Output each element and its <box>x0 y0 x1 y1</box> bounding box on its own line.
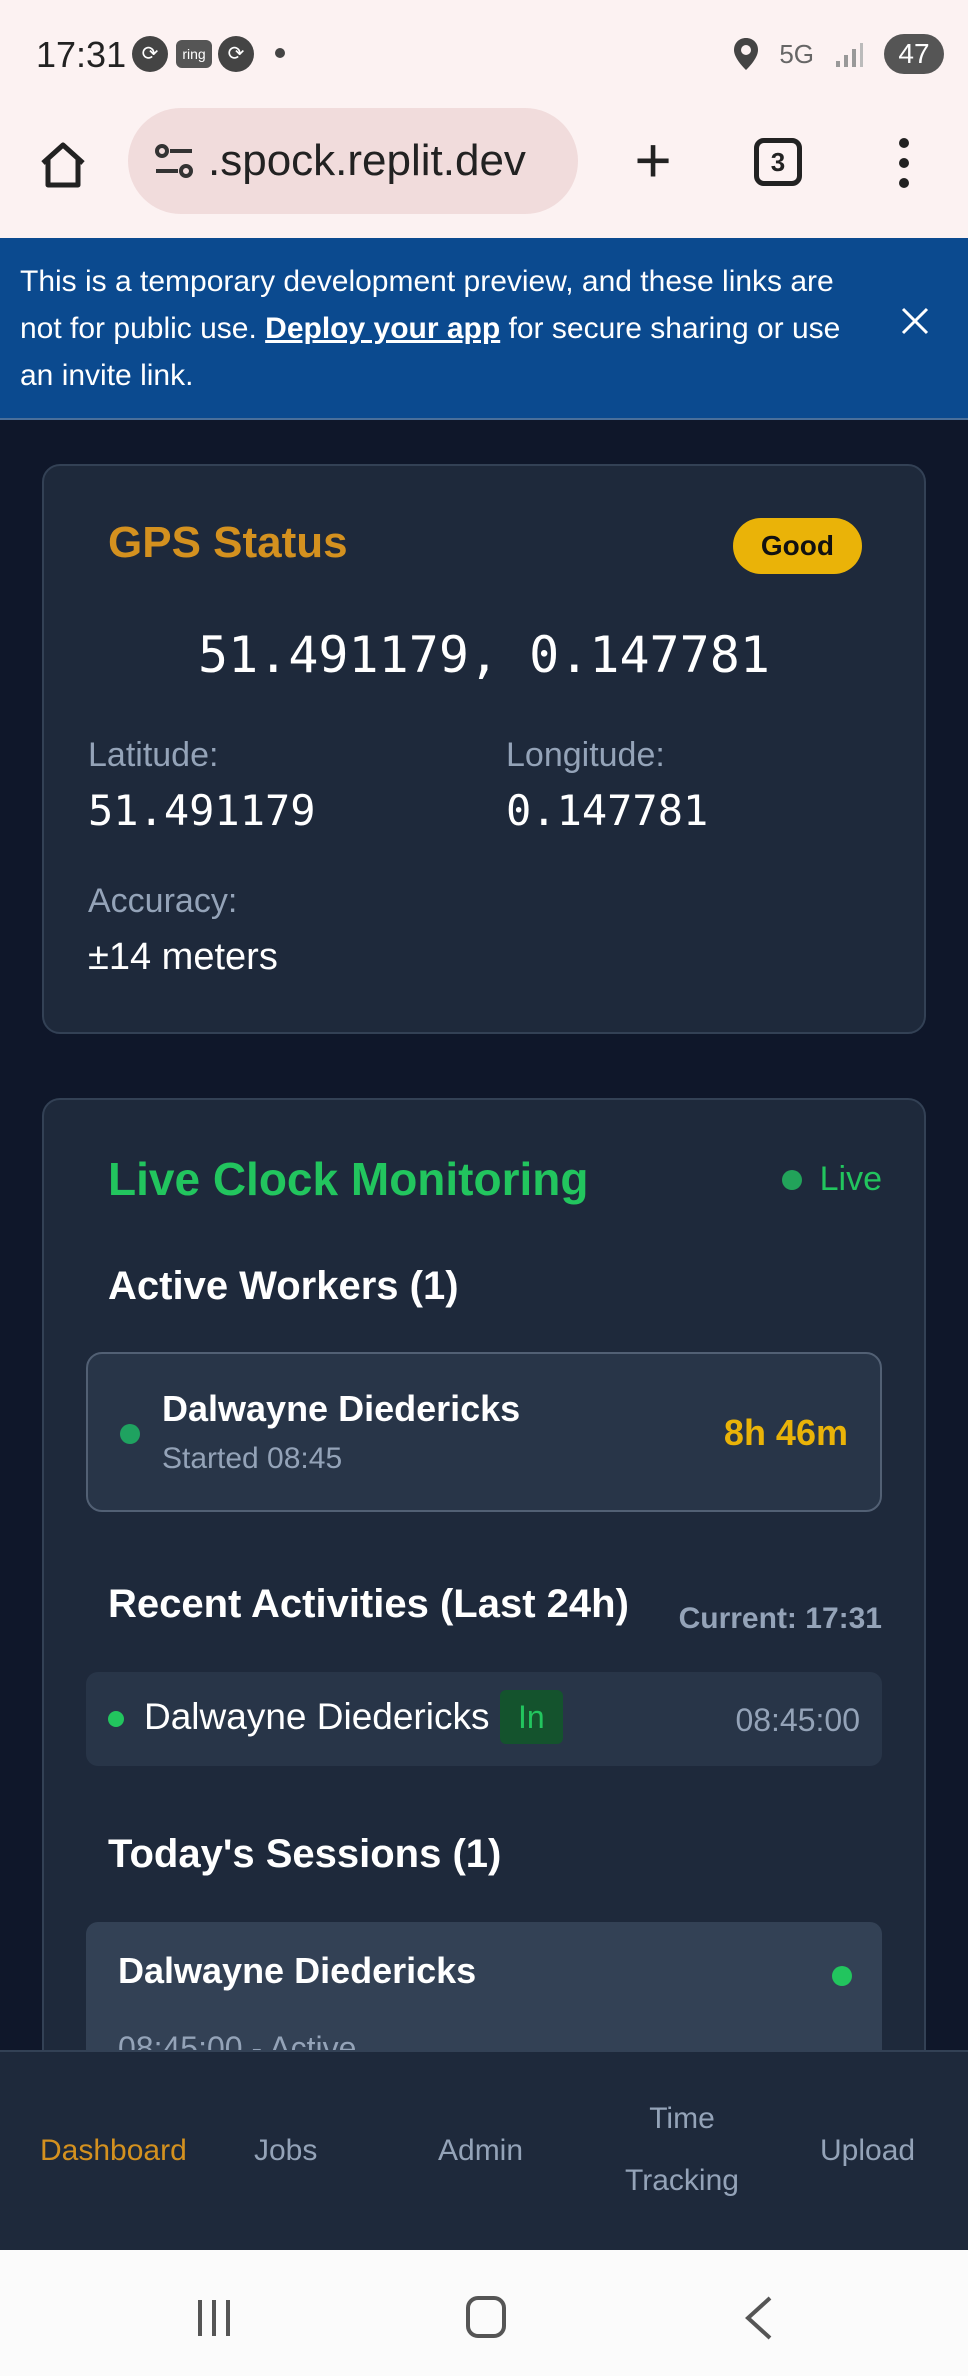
nav-dashboard[interactable]: Dashboard <box>40 2120 187 2182</box>
live-dot-icon <box>781 1169 802 1190</box>
accuracy-value: ±14 meters <box>88 936 278 978</box>
active-worker-row[interactable]: Dalwayne Diedericks Started 08:45 8h 46m <box>86 1352 882 1512</box>
notification-dot-icon <box>275 48 285 58</box>
menu-dot-icon <box>899 178 909 188</box>
home-button[interactable] <box>30 132 96 198</box>
recents-bar-icon <box>212 2300 216 2336</box>
sync-icon: ⟳ <box>132 36 168 72</box>
status-time: 17:31 <box>36 34 127 75</box>
system-nav-bar <box>0 2250 968 2376</box>
current-time: Current: 17:31 <box>678 1602 882 1635</box>
live-clock-card: Live Clock Monitoring Live Active Worker… <box>42 1098 926 2198</box>
recents-bar-icon <box>226 2300 230 2336</box>
accuracy-label: Accuracy: <box>88 882 238 920</box>
tab-switcher-button[interactable]: 3 <box>754 138 802 186</box>
latitude-value: 51.491179 <box>88 786 316 835</box>
battery-indicator: 47 <box>884 34 944 74</box>
active-status-dot-icon <box>120 1424 140 1444</box>
todays-sessions-heading: Today's Sessions (1) <box>108 1832 502 1876</box>
site-settings-icon[interactable] <box>150 137 198 185</box>
worker-duration: 8h 46m <box>723 1412 848 1453</box>
live-clock-title: Live Clock Monitoring <box>108 1153 589 1205</box>
recent-activities-heading: Recent Activities (Last 24h) <box>108 1582 629 1626</box>
gps-title: GPS Status <box>108 518 348 567</box>
menu-dot-icon <box>899 158 909 168</box>
deploy-app-link[interactable]: Deploy your app <box>265 312 500 345</box>
activity-dot-icon <box>108 1711 124 1727</box>
back-icon[interactable] <box>742 2294 774 2342</box>
session-worker-name: Dalwayne Diedericks <box>118 1950 477 1991</box>
activity-row[interactable]: Dalwayne Diedericks In 08:45:00 <box>86 1672 882 1766</box>
url-text: .spock.replit.dev <box>208 136 526 185</box>
location-icon <box>734 38 759 70</box>
banner-message: This is a temporary development preview,… <box>20 265 841 392</box>
gps-status-card: GPS Status Good 51.491179, 0.147781 Lati… <box>42 464 926 1034</box>
gps-coordinates: 51.491179, 0.147781 <box>198 626 770 684</box>
browser-toolbar: .spock.replit.dev + 3 <box>0 100 968 238</box>
longitude-label: Longitude: <box>506 736 665 774</box>
recents-button[interactable] <box>198 2300 230 2336</box>
status-bar: 17:31 ⟳ ring ⟳ 5G 47 <box>0 0 968 100</box>
activity-worker-name: Dalwayne Diedericks <box>144 1696 490 1737</box>
worker-name: Dalwayne Diedericks <box>162 1388 521 1429</box>
activity-time: 08:45:00 <box>735 1702 860 1738</box>
longitude-value: 0.147781 <box>506 786 709 835</box>
ring-app-icon: ring <box>176 40 212 68</box>
nav-time-tracking-line2: Tracking <box>625 2164 739 2197</box>
activity-type-badge: In <box>500 1690 563 1744</box>
live-indicator: Live <box>781 1160 882 1199</box>
nav-jobs[interactable]: Jobs <box>254 2120 317 2182</box>
live-label: Live <box>819 1160 882 1198</box>
dev-preview-banner: This is a temporary development preview,… <box>0 238 968 420</box>
close-icon[interactable] <box>900 306 930 336</box>
network-type: 5G <box>779 38 814 69</box>
url-bar[interactable]: .spock.replit.dev <box>128 108 578 214</box>
menu-dot-icon <box>899 138 909 148</box>
status-right-group: 5G 47 <box>733 32 944 76</box>
browser-menu-button[interactable] <box>880 130 928 196</box>
home-icon <box>41 142 85 188</box>
worker-start-time: Started 08:45 <box>162 1442 343 1475</box>
latitude-label: Latitude: <box>88 736 219 774</box>
gps-status-badge: Good <box>732 518 862 574</box>
system-home-button[interactable] <box>466 2296 506 2338</box>
sync-icon: ⟳ <box>218 36 254 72</box>
session-active-dot-icon <box>832 1966 852 1986</box>
recents-bar-icon <box>198 2300 202 2336</box>
nav-admin[interactable]: Admin <box>438 2120 523 2182</box>
nav-time-tracking[interactable]: Time Tracking <box>618 2088 746 2212</box>
new-tab-button[interactable]: + <box>620 128 686 196</box>
active-workers-heading: Active Workers (1) <box>108 1264 459 1308</box>
signal-icon <box>836 43 863 67</box>
nav-upload[interactable]: Upload <box>820 2120 915 2182</box>
bottom-nav: Dashboard Jobs Admin Time Tracking Uploa… <box>0 2050 968 2250</box>
nav-time-tracking-line1: Time <box>649 2102 715 2135</box>
